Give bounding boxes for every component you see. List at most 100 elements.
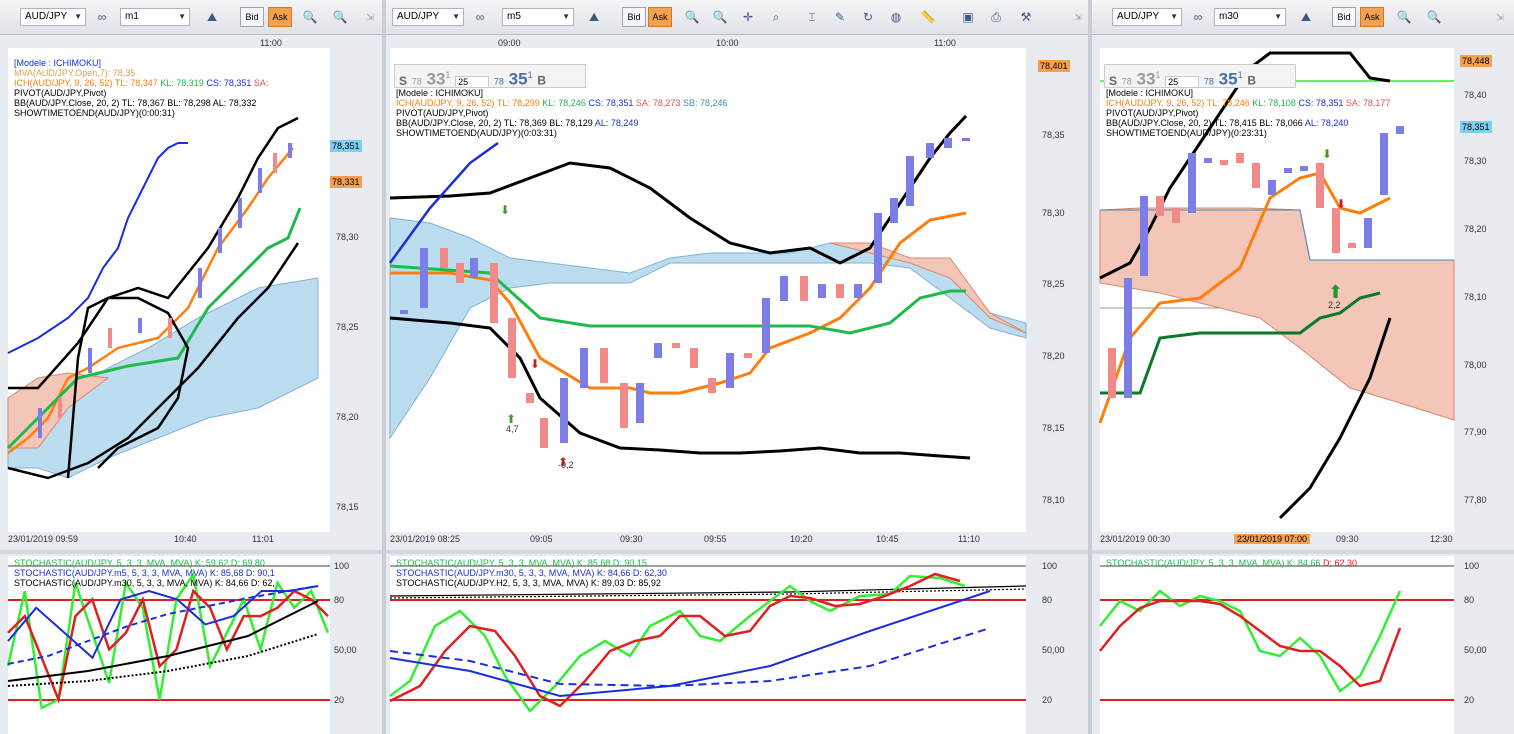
image-icon[interactable]: ▣ [958, 7, 978, 27]
chart-type-icon[interactable]: ⛰ [202, 7, 222, 27]
zoom-in-icon[interactable]: 🔍 [300, 7, 320, 27]
bid-button[interactable]: Bid [1332, 7, 1356, 27]
link-icon[interactable]: ∞ [1188, 7, 1208, 27]
annotation-icon[interactable]: ✎ [830, 7, 850, 27]
sell-label: S [399, 73, 408, 88]
ask-button[interactable]: Ask [1360, 7, 1384, 27]
chevron-down-icon: ▼ [562, 12, 570, 21]
zoom-out-icon[interactable]: 🔍 [330, 7, 350, 27]
buy-price-big: 35 [1218, 69, 1238, 89]
price-tick: 78,30 [1464, 156, 1487, 166]
time-label: 11:01 [252, 534, 274, 544]
time-label: 09:05 [530, 534, 553, 544]
timeframe-select[interactable]: m30 ▼ [1214, 8, 1286, 26]
time-axis: 23/01/2019 08:25 09:05 09:30 09:55 10:20… [390, 534, 1026, 548]
chart-window-m30: AUD/JPY ▼ ∞ m30 ▼ ⛰ Bid Ask 🔍 🔍 ⇲ ⬇ ⬇ ⬆ … [1092, 0, 1514, 734]
price-tick: 78,20 [336, 412, 359, 422]
stoch-tick: 50,00 [1464, 645, 1487, 655]
time-label: 09:30 [1336, 534, 1359, 544]
time-axis: 23/01/2019 00:30 23/01/2019 07:00 09:30 … [1100, 534, 1454, 548]
legend-bb: BB(AUD/JPY.Close, 20, 2) TL: 78,367 BL: … [14, 98, 257, 108]
chart-legend: [Modele : ICHIMOKU] ICH(AUD/JPY, 9, 26, … [1106, 88, 1390, 138]
trade-box[interactable]: S 78 331 25 78 351 B [1104, 64, 1296, 89]
symbol-label: AUD/JPY [397, 11, 440, 22]
bid-button[interactable]: Bid [240, 7, 264, 27]
bid-button[interactable]: Bid [622, 7, 646, 27]
expand-icon[interactable]: ⇲ [1068, 7, 1088, 27]
panel-divider[interactable] [386, 550, 1088, 554]
sell-price-small: 78 [411, 76, 422, 87]
legend-al: AL: 78,249 [594, 118, 639, 128]
stochastic-legend: STOCHASTIC(AUD/JPY, 5, 3, 3, MVA, MVA) K… [14, 558, 275, 588]
quantity-input[interactable]: 25 [1165, 75, 1200, 88]
stoch-tick: 100 [1042, 561, 1058, 571]
price-tick: 77,90 [1464, 427, 1487, 437]
legend-bb-row: BB(AUD/JPY.Close, 20, 2) TL: 78,369 BL: … [396, 118, 727, 128]
stochastic-panel-m30: STOCHASTIC(AUD/JPY, 5, 3, 3, MVA, MVA) K… [1099, 556, 1454, 734]
symbol-select[interactable]: AUD/JPY ▼ [392, 8, 464, 26]
price-tick: 78,10 [1042, 495, 1065, 505]
expand-icon[interactable]: ⇲ [1490, 7, 1510, 27]
legend-stoch-3: STOCHASTIC(AUD/JPY.H2, 5, 3, 3, MVA, MVA… [396, 578, 661, 588]
indicator-icon[interactable]: ⌶ [802, 7, 822, 27]
stochastic-axis: 100 80 50,00 20 [334, 556, 380, 734]
sell-price-big: 33 [426, 69, 446, 89]
print-icon[interactable]: ⎙ [986, 7, 1006, 27]
symbol-select[interactable]: AUD/JPY ▼ [20, 8, 86, 26]
chevron-down-icon: ▼ [178, 12, 186, 21]
legend-timer: SHOWTIMETOEND(AUD/JPY)(0:23:31) [1106, 128, 1267, 138]
timeframe-select[interactable]: m5 ▼ [502, 8, 574, 26]
ask-button[interactable]: Ask [648, 7, 672, 27]
symbol-select[interactable]: AUD/JPY ▼ [1112, 8, 1182, 26]
legend-stoch-1: STOCHASTIC(AUD/JPY, 5, 3, 3, MVA, MVA) K… [396, 558, 647, 568]
sell-label: S [1109, 73, 1118, 88]
legend-mva: MVA(AUD/JPY.Open,7): 78,35 [14, 68, 136, 78]
quantity-input[interactable]: 25 [455, 75, 490, 88]
crosshair-icon[interactable]: ✛ [738, 7, 758, 27]
globe-icon[interactable]: ◍ [886, 7, 906, 27]
legend-timer: SHOWTIMETOEND(AUD/JPY)(0:00:31) [14, 108, 175, 118]
stoch-tick: 100 [334, 561, 350, 571]
svg-text:⬇: ⬇ [1336, 197, 1346, 211]
zoom-box-icon[interactable]: ⌕ [766, 7, 786, 27]
buy-price-big: 35 [508, 69, 528, 89]
buy-label: B [537, 73, 547, 88]
legend-bb: BB(AUD/JPY.Close, 20, 2) TL: 78,369 BL: … [396, 118, 593, 128]
timeframe-select[interactable]: m1 ▼ [120, 8, 190, 26]
panel-divider[interactable] [1092, 550, 1514, 554]
current-price-box: 78,351 [330, 140, 362, 152]
expand-icon[interactable]: ⇲ [360, 7, 380, 27]
buy-price-sup: 1 [1237, 70, 1243, 80]
trade-box[interactable]: S 78 331 25 78 351 B [394, 64, 586, 89]
mva-price-box: 78,331 [330, 176, 362, 188]
panel-divider[interactable] [0, 550, 382, 554]
time-axis: 23/01/2019 09:59 10:40 11:01 [8, 534, 330, 548]
zoom-out-icon[interactable]: 🔍 [1424, 7, 1444, 27]
refresh-icon[interactable]: ↻ [858, 7, 878, 27]
chevron-down-icon: ▼ [1274, 12, 1282, 21]
link-icon[interactable]: ∞ [470, 7, 490, 27]
stochastic-panel-m5: STOCHASTIC(AUD/JPY, 5, 3, 3, MVA, MVA) K… [389, 556, 1027, 734]
zoom-out-icon[interactable]: 🔍 [710, 7, 730, 27]
legend-stoch-k: K: 84,66 [1286, 558, 1321, 568]
price-tick: 78,25 [336, 322, 359, 332]
svg-text:⬇: ⬇ [1322, 147, 1332, 161]
sell-price-big: 33 [1136, 69, 1156, 89]
legend-kl: KL: 78,319 [160, 78, 204, 88]
link-icon[interactable]: ∞ [92, 7, 112, 27]
time-label: 23/01/2019 00:30 [1100, 534, 1171, 544]
svg-text:⬇: ⬇ [530, 357, 540, 371]
ask-button[interactable]: Ask [268, 7, 292, 27]
time-label-top: 10:00 [716, 38, 739, 48]
legend-pivot: PIVOT(AUD/JPY,Pivot) [396, 108, 489, 118]
price-tick: 78,10 [1464, 292, 1487, 302]
chart-type-icon[interactable]: ⛰ [1296, 7, 1316, 27]
zoom-in-icon[interactable]: 🔍 [682, 7, 702, 27]
tools-icon[interactable]: ⚒ [1016, 7, 1036, 27]
toolbar: AUD/JPY ▼ ∞ m30 ▼ ⛰ Bid Ask 🔍 🔍 ⇲ [1092, 0, 1514, 35]
legend-kl: KL: 78,108 [1252, 98, 1296, 108]
legend-stoch-2: STOCHASTIC(AUD/JPY.m5, 5, 3, 3, MVA, MVA… [14, 568, 275, 578]
zoom-in-icon[interactable]: 🔍 [1394, 7, 1414, 27]
ruler-icon[interactable]: 📏 [918, 7, 938, 27]
chart-type-icon[interactable]: ⛰ [584, 7, 604, 27]
